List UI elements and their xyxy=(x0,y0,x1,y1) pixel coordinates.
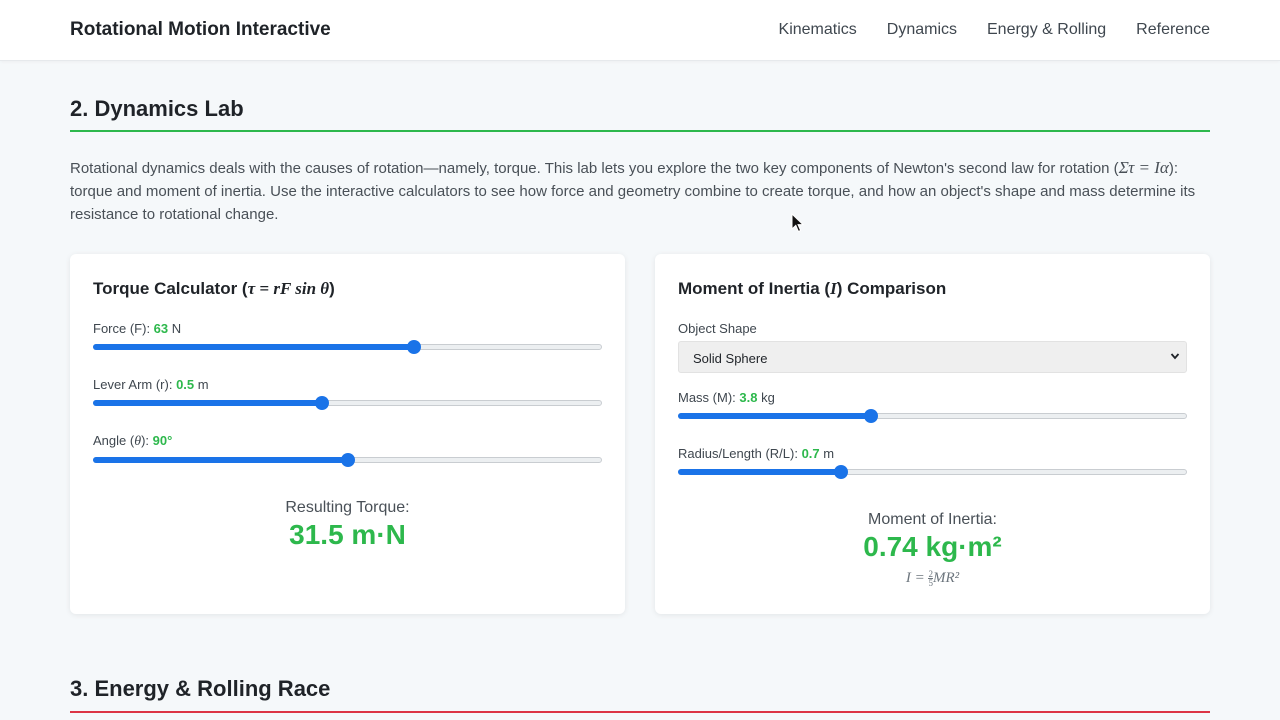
section-divider xyxy=(70,711,1210,713)
mass-label-text: Mass (M): xyxy=(678,390,740,405)
site-title[interactable]: Rotational Motion Interactive xyxy=(70,19,331,41)
mass-slider[interactable] xyxy=(678,409,1187,423)
nav-link-kinematics[interactable]: Kinematics xyxy=(779,21,857,39)
torque-title-formula: τ = rF sin θ xyxy=(247,279,330,298)
radius-label: Radius/Length (R/L): 0.7 m xyxy=(678,446,834,461)
top-navbar: Rotational Motion Interactive Kinematics… xyxy=(0,0,1280,61)
slider-thumb[interactable] xyxy=(406,340,421,354)
inertia-title-text: Moment of Inertia ( xyxy=(678,279,831,298)
object-shape-select[interactable]: Solid Sphere xyxy=(678,341,1187,373)
torque-result-label: Resulting Torque: xyxy=(285,499,410,516)
inertia-result-label: Moment of Inertia: xyxy=(868,511,997,528)
inertia-formula: I = 2 5 MR² xyxy=(655,570,1210,588)
section-intro: Rotational dynamics deals with the cause… xyxy=(70,156,1210,226)
torque-title-close: ) xyxy=(329,279,335,298)
slider-fill xyxy=(93,400,323,406)
object-shape-selected: Solid Sphere xyxy=(693,351,768,366)
nav-link-energy-rolling[interactable]: Energy & Rolling xyxy=(987,21,1106,39)
mass-value: 3.8 xyxy=(739,390,758,405)
slider-thumb[interactable] xyxy=(340,453,355,467)
radius-label-text: Radius/Length (R/L): xyxy=(678,446,802,461)
intro-formula: Στ = Iα xyxy=(1118,158,1169,177)
slider-fill xyxy=(93,344,414,350)
angle-label: Angle (θ): 90° xyxy=(93,433,172,450)
inertia-title-post: ) Comparison xyxy=(836,279,947,298)
slider-fill xyxy=(93,457,348,463)
force-unit: N xyxy=(168,321,182,336)
slider-thumb[interactable] xyxy=(833,465,848,479)
angle-label-post: ): xyxy=(141,433,153,448)
radius-slider[interactable] xyxy=(678,465,1187,479)
section-title-energy-rolling-race: 3. Energy & Rolling Race xyxy=(70,676,331,701)
slider-thumb[interactable] xyxy=(315,396,330,410)
inertia-title-symbol: I xyxy=(830,279,837,298)
formula-lhs: I = xyxy=(905,570,929,586)
slider-thumb[interactable] xyxy=(864,409,879,423)
force-value: 63 xyxy=(153,321,169,336)
force-label: Force (F): 63 N xyxy=(93,321,181,336)
angle-value: 90° xyxy=(152,433,173,448)
inertia-result-value: 0.74 kg·m² xyxy=(863,531,1002,562)
nav-link-dynamics[interactable]: Dynamics xyxy=(887,21,957,39)
lever-value: 0.5 xyxy=(176,377,195,392)
lever-unit: m xyxy=(194,377,209,392)
lever-label-text: Lever Arm (r): xyxy=(93,377,177,392)
object-shape-label: Object Shape xyxy=(678,321,757,336)
mouse-cursor-icon xyxy=(791,213,805,233)
main-nav: Kinematics Dynamics Energy & Rolling Ref… xyxy=(779,21,1210,39)
formula-rhs: MR² xyxy=(932,570,960,586)
moment-of-inertia-card: Moment of Inertia (I) Comparison Object … xyxy=(655,254,1210,614)
mass-unit: kg xyxy=(757,390,775,405)
radius-unit: m xyxy=(819,446,835,461)
section-title-dynamics-lab: 2. Dynamics Lab xyxy=(70,96,244,121)
torque-card-title: Torque Calculator (τ = rF sin θ) xyxy=(93,279,335,299)
chevron-down-icon xyxy=(1170,353,1180,360)
force-label-text: Force (F): xyxy=(93,321,154,336)
lever-arm-slider[interactable] xyxy=(93,396,602,410)
section-divider xyxy=(70,130,1210,132)
nav-link-reference[interactable]: Reference xyxy=(1136,21,1210,39)
angle-label-text: Angle ( xyxy=(93,433,135,448)
radius-value: 0.7 xyxy=(801,446,820,461)
torque-calculator-card: Torque Calculator (τ = rF sin θ) Force (… xyxy=(70,254,625,614)
torque-title-text: Torque Calculator ( xyxy=(93,279,248,298)
intro-text-1: Rotational dynamics deals with the cause… xyxy=(70,160,1119,177)
torque-result-value: 31.5 m·N xyxy=(289,519,406,550)
slider-fill xyxy=(678,469,841,475)
force-slider[interactable] xyxy=(93,340,602,354)
inertia-card-title: Moment of Inertia (I) Comparison xyxy=(678,279,946,299)
slider-fill xyxy=(678,413,872,419)
lever-arm-label: Lever Arm (r): 0.5 m xyxy=(93,377,209,392)
mass-label: Mass (M): 3.8 kg xyxy=(678,390,775,405)
angle-slider[interactable] xyxy=(93,453,602,467)
